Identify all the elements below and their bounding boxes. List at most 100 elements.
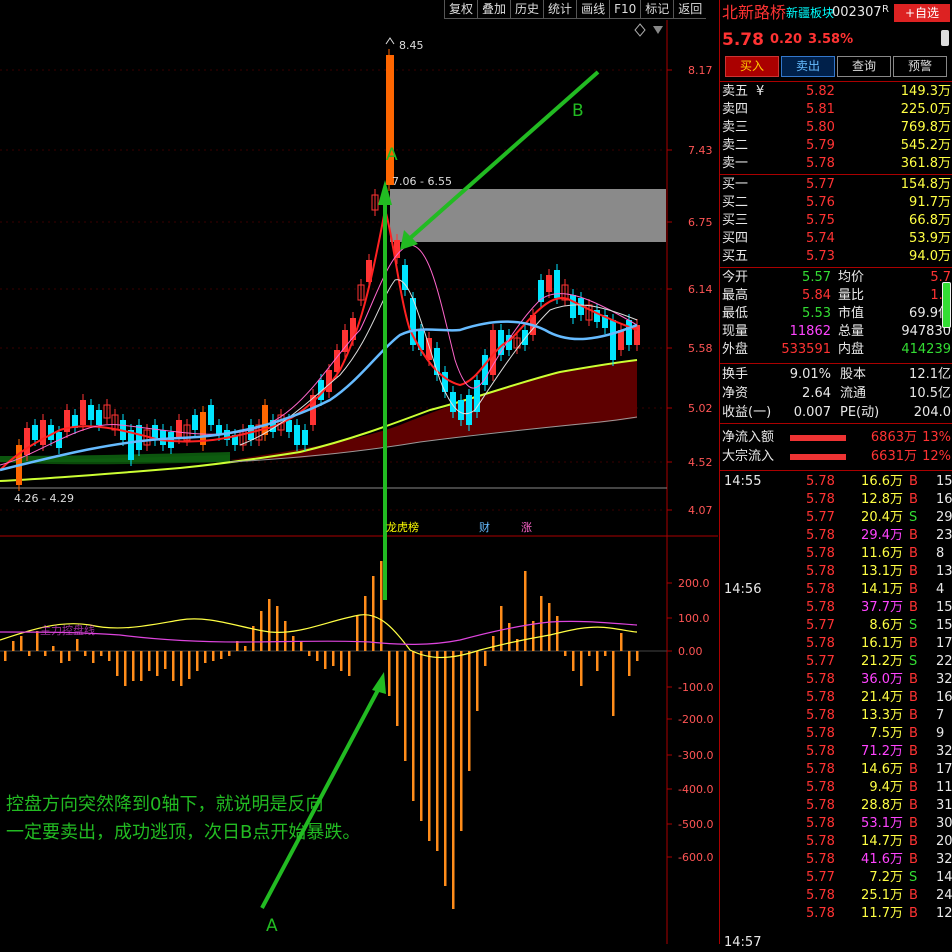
osc-bar — [412, 651, 415, 801]
stock-code: 002307 — [832, 5, 882, 20]
alert-button[interactable]: 预警 — [893, 56, 947, 77]
candle-body — [342, 330, 348, 352]
tick-row[interactable]: 14:56 5.78 14.1万 B 4 — [720, 581, 952, 599]
sell-row[interactable]: 卖五 5.82 149.3万 — [720, 83, 952, 101]
stat-label: PE(动) — [840, 405, 880, 420]
candle-body — [634, 325, 640, 345]
tick-count: 16 — [936, 492, 952, 507]
flow-row: 净流入额 6863万 13% — [720, 429, 952, 447]
triangle-icon[interactable] — [653, 26, 663, 34]
osc-bar — [628, 651, 631, 676]
candle-body — [426, 338, 432, 360]
osc-axis-label: -200.0 — [678, 713, 713, 726]
buy-row[interactable]: 买四 5.74 53.9万 — [720, 230, 952, 248]
tick-side: B — [909, 762, 918, 777]
sell-button[interactable]: 卖出 — [781, 56, 835, 77]
buy-row[interactable]: 买一 5.77 154.8万 — [720, 176, 952, 194]
add-watchlist-button[interactable]: +自选 — [894, 4, 950, 22]
sell-row[interactable]: 卖三 5.80 769.8万 — [720, 119, 952, 137]
osc-bar — [596, 651, 599, 671]
osc-bar — [108, 651, 111, 661]
book-label: 买五 — [722, 249, 749, 264]
buy-button[interactable]: 买入 — [725, 56, 779, 77]
tick-row[interactable]: 5.78 9.4万 B 11 — [720, 779, 952, 797]
toolbar-back-button[interactable]: 返回 — [673, 0, 707, 19]
buy-row[interactable]: 买五 5.73 94.0万 — [720, 248, 952, 266]
tick-row[interactable]: 5.78 14.6万 B 17 — [720, 761, 952, 779]
tick-price: 5.77 — [806, 654, 835, 669]
toolbar-f10-button[interactable]: F10 — [609, 0, 641, 19]
tick-row[interactable]: 5.77 8.6万 S 15 — [720, 617, 952, 635]
tick-row[interactable]: 5.78 37.7万 B 15 — [720, 599, 952, 617]
tick-row[interactable]: 5.78 29.4万 B 23 — [720, 527, 952, 545]
book-price: 5.74 — [806, 231, 835, 246]
book-label: 卖一 — [722, 156, 749, 171]
tick-row[interactable]: 14:55 5.78 16.6万 B 15 — [720, 473, 952, 491]
buy-row[interactable]: 买三 5.75 66.8万 — [720, 212, 952, 230]
candle-body — [88, 405, 94, 420]
query-button[interactable]: 查询 — [837, 56, 891, 77]
sell-row[interactable]: 卖二 5.79 545.2万 — [720, 137, 952, 155]
side-scrollbar[interactable] — [942, 282, 951, 328]
tick-count: 31 — [936, 798, 952, 813]
osc-bar — [572, 651, 575, 671]
toolbar-mark-button[interactable]: 标记 — [640, 0, 674, 19]
tick-row[interactable]: 5.77 20.4万 S 29 — [720, 509, 952, 527]
tick-row[interactable]: 5.78 71.2万 B 32 — [720, 743, 952, 761]
osc-bar — [60, 651, 63, 663]
event-tag-rise[interactable]: 涨 — [521, 521, 532, 534]
tick-row[interactable]: 5.78 13.1万 B 13 — [720, 563, 952, 581]
tick-row[interactable]: 5.77 7.2万 S 14 — [720, 869, 952, 887]
kline-chart-pane[interactable]: 8.17 7.43 6.75 6.14 5.58 5.02 4.52 4.07 200.0 10… — [0, 0, 718, 944]
tick-row[interactable]: 5.78 36.0万 B 32 — [720, 671, 952, 689]
osc-bar — [92, 651, 95, 663]
tick-count: 17 — [936, 762, 952, 777]
sell-row[interactable]: 卖一 5.78 361.8万 — [720, 155, 952, 173]
tick-volume: 7.2万 — [869, 870, 903, 885]
chart-toolbar: 复权 叠加 历史 统计 画线 F10 标记 返回 — [444, 0, 707, 19]
tick-volume: 11.6万 — [861, 546, 903, 561]
tick-row[interactable]: 5.78 13.3万 B 7 — [720, 707, 952, 725]
tick-row[interactable]: 5.78 11.6万 B 8 — [720, 545, 952, 563]
candle-body — [128, 430, 134, 460]
tick-row[interactable]: 5.78 53.1万 B 30 — [720, 815, 952, 833]
tick-price: 5.78 — [806, 762, 835, 777]
side-scroll-handle[interactable] — [941, 30, 949, 46]
tick-row[interactable]: 5.78 21.4万 B 16 — [720, 689, 952, 707]
book-price: 5.80 — [806, 120, 835, 135]
candle-body — [466, 395, 472, 425]
sell-row[interactable]: 卖四 5.81 225.0万 — [720, 101, 952, 119]
toolbar-overlay-button[interactable]: 叠加 — [477, 0, 511, 19]
tick-row[interactable]: 5.78 14.7万 B 20 — [720, 833, 952, 851]
stat-label: 量比 — [838, 288, 865, 303]
diamond-icon[interactable] — [634, 23, 646, 37]
toolbar-draw-button[interactable]: 画线 — [576, 0, 610, 19]
candle-body — [24, 428, 30, 455]
book-volume: 361.8万 — [900, 156, 951, 171]
tick-price: 5.78 — [806, 708, 835, 723]
tick-side: S — [909, 870, 918, 885]
tick-row[interactable]: 5.78 25.1万 B 24 — [720, 887, 952, 905]
stat-row: 最高 5.84 量比 1.3 — [720, 287, 952, 305]
stock-board[interactable]: 新疆板块 — [786, 3, 834, 23]
book-volume: 769.8万 — [900, 120, 951, 135]
tick-row[interactable]: 5.77 21.2万 S 22 — [720, 653, 952, 671]
tick-row[interactable]: 5.78 41.6万 B 32 — [720, 851, 952, 869]
osc-bar — [28, 651, 31, 656]
tick-price: 5.78 — [806, 816, 835, 831]
tick-side: B — [909, 852, 918, 867]
toolbar-restore-right-button[interactable]: 复权 — [444, 0, 478, 19]
buy-row[interactable]: 买二 5.76 91.7万 — [720, 194, 952, 212]
ma-red — [0, 206, 638, 471]
event-tag-finance[interactable]: 财 — [479, 520, 490, 534]
tick-row[interactable]: 5.78 11.7万 B 12 — [720, 905, 952, 923]
toolbar-stats-button[interactable]: 统计 — [543, 0, 577, 19]
toolbar-history-button[interactable]: 历史 — [510, 0, 544, 19]
tick-row[interactable]: 5.78 12.8万 B 16 — [720, 491, 952, 509]
tick-side: B — [909, 600, 918, 615]
tick-row[interactable]: 5.78 16.1万 B 17 — [720, 635, 952, 653]
event-tag-dragon[interactable]: 龙虎榜 — [386, 520, 419, 534]
stat-value: 5.57 — [802, 270, 831, 285]
tick-row[interactable]: 5.78 28.8万 B 31 — [720, 797, 952, 815]
tick-row[interactable]: 5.78 7.5万 B 9 — [720, 725, 952, 743]
